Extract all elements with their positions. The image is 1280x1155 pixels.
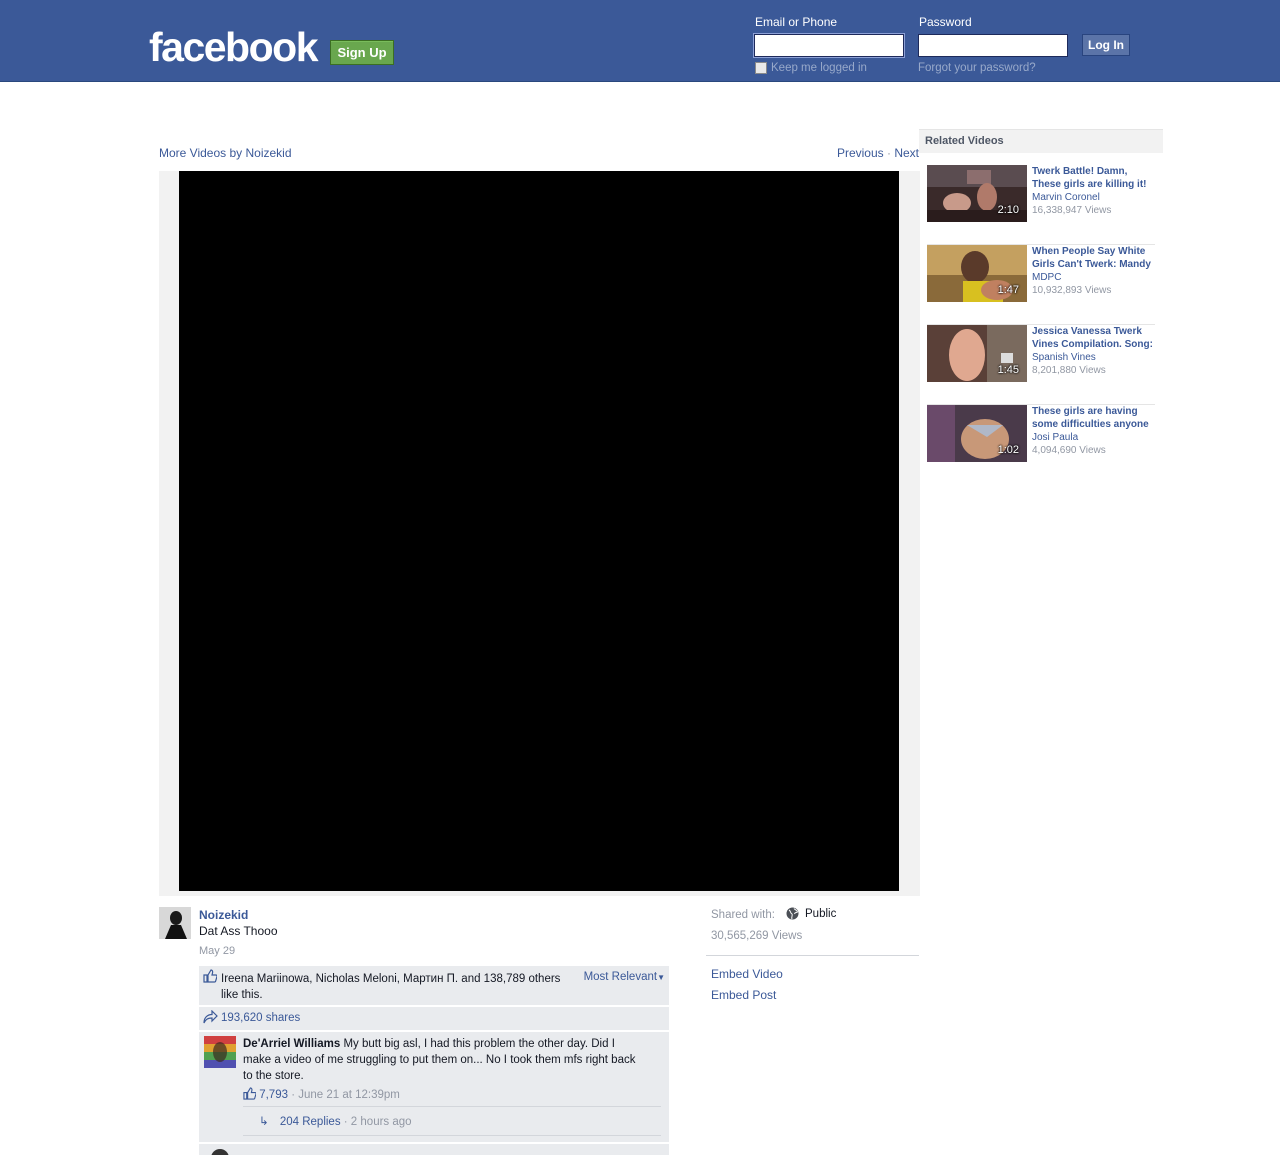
related-video-title[interactable]: Jessica Vanessa Twerk Vines Compilation.… [1032,325,1155,351]
caret-down-icon: ▼ [657,973,665,982]
globe-icon [786,907,799,920]
post-author-name[interactable]: Noizekid [199,908,248,922]
avatar-image [204,1036,236,1068]
video-duration: 1:47 [997,284,1019,296]
video-duration: 1:02 [997,444,1019,456]
related-video-views: 10,932,893 Views [1032,285,1112,296]
forgot-password-link[interactable]: Forgot your password? [918,62,1036,74]
password-label: Password [919,15,972,29]
comment [199,1144,669,1155]
related-video-author[interactable]: Spanish Vines [1032,351,1096,364]
embed-post-link[interactable]: Embed Post [711,988,776,1002]
video-thumbnail[interactable]: 1:02 [927,405,1027,462]
password-field[interactable] [918,34,1068,57]
video-duration: 1:45 [997,364,1019,376]
video-duration: 2:10 [997,204,1019,216]
related-video-item[interactable]: 2:10 Twerk Battle! Damn, These girls are… [927,165,1155,245]
keep-logged-in-label: Keep me logged in [771,62,867,74]
sort-label: Most Relevant [583,971,658,983]
divider [706,955,919,956]
view-count: 30,565,269 Views [711,930,803,942]
divider [243,1135,661,1136]
previous-link[interactable]: Previous [837,146,884,160]
author-avatar[interactable] [159,907,191,939]
avatar-image [159,907,191,939]
comment-like-count[interactable]: 7,793 [259,1089,288,1101]
email-label: Email or Phone [755,15,838,29]
shared-with-label: Shared with: [711,909,775,921]
facebook-logo[interactable]: facebook [149,25,319,69]
related-video-item[interactable]: 1:45 Jessica Vanessa Twerk Vines Compila… [927,325,1155,405]
related-video-item[interactable]: 1:47 When People Say White Girls Can't T… [927,245,1155,325]
related-video-author[interactable]: Marvin Coronel [1032,191,1100,204]
related-videos-header: Related Videos [919,129,1163,153]
replies-link[interactable]: 204 Replies [280,1116,341,1128]
keep-logged-in-checkbox[interactable] [755,62,767,74]
post-text: Dat Ass Thooo [199,924,278,938]
related-videos-panel: Related Videos 2:10 Twerk Battle! Damn, … [919,129,1163,462]
comment-author[interactable]: De'Arriel Williams [243,1038,340,1050]
video-thumbnail[interactable]: 1:47 [927,245,1027,302]
replies-time: · 2 hours ago [343,1116,412,1128]
shares-link[interactable]: 193,620 shares [221,1012,300,1024]
pager-separator: · [886,146,891,160]
sign-up-button[interactable]: Sign Up [330,40,394,65]
related-video-item[interactable]: 1:02 These girls are having some difficu… [927,405,1155,485]
video-thumbnail[interactable]: 1:45 [927,325,1027,382]
top-bar: facebook Sign Up Email or Phone Password… [0,0,1280,82]
privacy-label[interactable]: Public [805,908,836,920]
sort-dropdown[interactable]: Most Relevant▼ [584,971,665,983]
next-link[interactable]: Next [894,146,919,160]
related-video-title[interactable]: Twerk Battle! Damn, These girls are kill… [1032,165,1155,191]
embed-video-link[interactable]: Embed Video [711,967,783,981]
related-video-title[interactable]: These girls are having some difficulties… [1032,405,1155,431]
post-date[interactable]: May 29 [199,945,235,957]
thumbs-up-icon [203,969,217,983]
video-player[interactable] [179,171,899,891]
log-in-button[interactable]: Log In [1082,34,1130,56]
comment: De'Arriel Williams My butt big asl, I ha… [199,1032,669,1142]
video-thumbnail[interactable]: 2:10 [927,165,1027,222]
related-video-title[interactable]: When People Say White Girls Can't Twerk:… [1032,245,1155,271]
replies-row[interactable]: ↳ 204 Replies · 2 hours ago [259,1114,412,1128]
likes-text: Ireena Mariinowa, Nicholas Meloni, Марти… [221,973,561,1001]
related-video-views: 16,338,947 Views [1032,205,1112,216]
share-icon [203,1010,218,1024]
reply-arrow-icon: ↳ [259,1116,269,1128]
related-video-author[interactable]: MDPC [1032,271,1061,284]
related-video-views: 4,094,690 Views [1032,445,1106,456]
comment-body: De'Arriel Williams My butt big asl, I ha… [243,1036,643,1084]
comment-meta: 7,793 · June 21 at 12:39pm [243,1087,400,1101]
video-pager: Previous · Next [837,146,919,160]
divider [243,1106,661,1107]
comment-avatar[interactable] [204,1148,236,1155]
more-videos-link[interactable]: More Videos by Noizekid [159,146,292,160]
related-video-views: 8,201,880 Views [1032,365,1106,376]
related-video-author[interactable]: Josi Paula [1032,431,1078,444]
thumbs-up-icon [243,1087,257,1100]
comment-time[interactable]: · June 21 at 12:39pm [291,1089,400,1101]
likes-summary: Ireena Mariinowa, Nicholas Meloni, Марти… [199,966,669,1006]
email-field[interactable] [753,33,905,58]
shares-row: 193,620 shares [199,1007,669,1031]
comment-avatar[interactable] [204,1036,236,1068]
